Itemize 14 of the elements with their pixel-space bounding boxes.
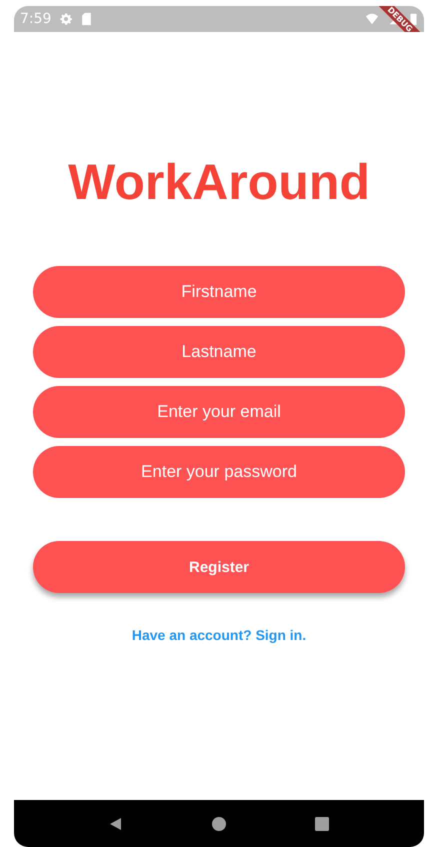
app-title: WorkAround: [68, 153, 370, 212]
sd-card-icon: [81, 12, 92, 26]
input-field[interactable]: Firstname: [33, 266, 405, 318]
status-time: 7:59: [20, 11, 52, 27]
settings-icon: [59, 12, 74, 26]
wifi-icon: [365, 12, 379, 26]
recents-icon[interactable]: [314, 816, 330, 832]
back-icon[interactable]: [108, 816, 124, 832]
input-field[interactable]: Lastname: [33, 326, 405, 378]
home-icon[interactable]: [210, 816, 227, 832]
input-field[interactable]: Enter your password: [33, 446, 405, 498]
sign-in-link[interactable]: Have an account? Sign in.: [132, 627, 306, 643]
register-button[interactable]: Register: [33, 541, 405, 593]
input-field[interactable]: Enter your email: [33, 386, 405, 438]
